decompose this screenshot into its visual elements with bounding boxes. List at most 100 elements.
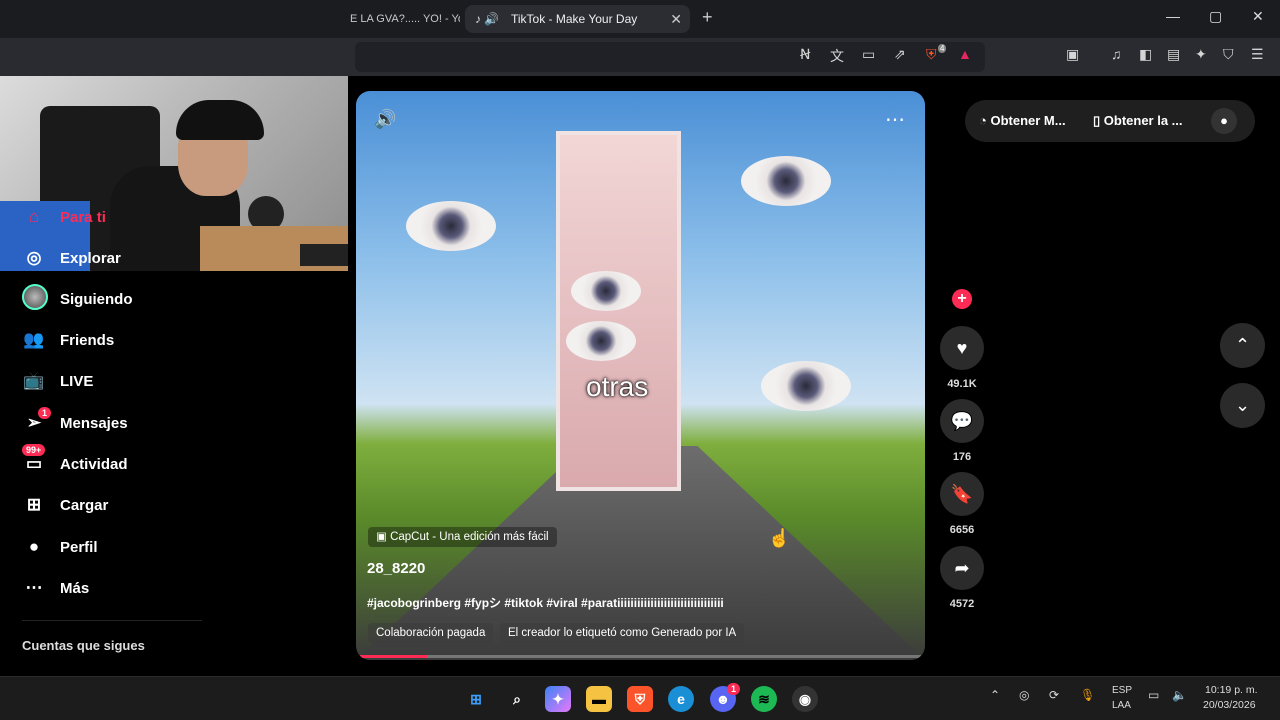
tray-overflow-icon[interactable]: ⌃: [990, 688, 1000, 702]
get-phone-app-button[interactable]: ▯ Obtener la ...: [1093, 113, 1183, 129]
sidebar-item-actividad[interactable]: ▭ Actividad 99+: [22, 444, 128, 478]
capcut-text: CapCut - Una edición más fácil: [390, 531, 549, 543]
tray-sync-icon[interactable]: ⟳: [1049, 688, 1059, 702]
winged-eye: [566, 321, 636, 361]
microphone-icon[interactable]: 🎙: [1080, 688, 1095, 702]
phone-icon: ▯: [1093, 113, 1104, 128]
browser-tab-active[interactable]: ♪ 🔊 TikTok - Make Your Day ✕: [465, 5, 690, 33]
video-progress-bar[interactable]: [360, 655, 921, 658]
brave-icon[interactable]: ⛨: [627, 686, 653, 712]
video-caption[interactable]: #jacobogrinberg #fypシ #tiktok #viral #pa…: [367, 594, 907, 611]
sidebar-item-friends[interactable]: 👥 Friends: [22, 326, 114, 354]
share-count: 4572: [949, 598, 975, 610]
like-count: 49.1K: [947, 378, 977, 390]
close-window-button[interactable]: ✕: [1252, 8, 1264, 25]
file-explorer-icon[interactable]: ▬: [586, 686, 612, 712]
like-button[interactable]: ♥: [940, 326, 984, 370]
vpn-icon[interactable]: ⛉: [1223, 46, 1234, 63]
profile-avatar[interactable]: ●: [1211, 108, 1237, 134]
minimize-button[interactable]: —: [1166, 8, 1180, 24]
menu-icon[interactable]: ☰: [1251, 46, 1264, 63]
edge-icon[interactable]: e: [668, 686, 694, 712]
leo-icon[interactable]: ✦: [1195, 46, 1207, 63]
sidebar-icon[interactable]: ◧: [1139, 46, 1152, 63]
spotify-icon[interactable]: ≋: [751, 686, 777, 712]
network-icon[interactable]: ▭: [1148, 688, 1159, 702]
get-app-button[interactable]: ◔ Obtener M...: [979, 113, 1066, 128]
more-options-icon[interactable]: ⋯: [885, 107, 905, 132]
upload-icon: ⊞: [26, 495, 42, 514]
language-indicator-top[interactable]: ESP: [1112, 685, 1132, 696]
address-field[interactable]: [355, 42, 985, 72]
volume-icon[interactable]: 🔊: [374, 109, 396, 130]
sidebar-item-label: LIVE: [60, 372, 94, 390]
cast-icon[interactable]: ▭: [862, 46, 875, 63]
capcut-icon: ▣: [376, 531, 391, 543]
paid-collab-chip[interactable]: Colaboración pagada: [368, 623, 494, 643]
winged-eye: [761, 361, 851, 411]
media-icon[interactable]: ♫: [1111, 46, 1122, 62]
comment-button[interactable]: 💬: [940, 399, 984, 443]
sidebar-item-siguiendo[interactable]: Siguiendo: [22, 283, 133, 315]
language-indicator-bottom[interactable]: LAA: [1112, 700, 1131, 711]
video-overlay-text: otras: [586, 371, 649, 402]
webcam-overlay: [0, 76, 348, 271]
follow-button[interactable]: +: [952, 289, 972, 309]
sidebar-item-perfil[interactable]: ● Perfil: [22, 533, 98, 561]
sidebar-item-label: Más: [60, 579, 90, 597]
activity-icon: ▭: [25, 454, 43, 473]
clock-date[interactable]: 20/03/2026: [1203, 699, 1256, 711]
sidebar-divider: [22, 620, 202, 621]
save-count: 6656: [949, 524, 975, 536]
obs-icon[interactable]: ◉: [792, 686, 818, 712]
live-icon: 📺: [23, 371, 45, 390]
following-accounts-title: Cuentas que sigues: [22, 638, 145, 653]
new-tab-button[interactable]: +: [702, 7, 713, 28]
reader-icon[interactable]: ▣: [1066, 46, 1079, 63]
sidebar-item-mensajes[interactable]: ➢ Mensajes 1: [22, 407, 128, 437]
sidebar-item-label: Friends: [60, 331, 115, 349]
messages-badge: 1: [38, 407, 52, 419]
compass-icon: ◎: [26, 248, 42, 267]
volume-tray-icon[interactable]: 🔈: [1172, 688, 1187, 702]
video-author[interactable]: 28_8220: [367, 560, 425, 577]
capcut-label[interactable]: ▣ CapCut - Una edición más fácil: [368, 527, 557, 547]
video-player[interactable]: otras 🔊 ⋯ ▣ CapCut - Una edición más fác…: [356, 91, 925, 660]
sidebar-item-cargar[interactable]: ⊞ Cargar: [22, 491, 108, 519]
share-button[interactable]: ➦: [940, 546, 984, 590]
translate-icon[interactable]: 文: [830, 46, 844, 66]
tiktok-favicon-icon: ♪ 🔊: [475, 12, 500, 26]
door: [556, 131, 681, 491]
copilot-icon[interactable]: ✦: [545, 686, 571, 712]
sidebar-item-label: Explorar: [60, 249, 121, 267]
sidebar-item-explorar[interactable]: ◎ Explorar: [22, 244, 121, 272]
search-icon[interactable]: ⌕: [504, 686, 530, 712]
clock-time[interactable]: 10:19 p. m.: [1205, 684, 1258, 696]
friends-icon: 👥: [23, 330, 45, 349]
sidebar-item-label: Perfil: [60, 538, 98, 556]
browser-toolbar: [0, 38, 1280, 76]
save-button[interactable]: 🔖: [940, 472, 984, 516]
no-audio-icon[interactable]: Ꞥ: [800, 46, 810, 63]
profile-icon: ●: [28, 537, 40, 556]
brave-rewards-icon[interactable]: ▲: [958, 46, 972, 62]
close-tab-icon[interactable]: ✕: [670, 5, 682, 33]
sidebar-item-live[interactable]: 📺 LIVE: [22, 367, 93, 395]
previous-video-button[interactable]: ⌃: [1220, 323, 1265, 368]
wallet-icon[interactable]: ▤: [1167, 46, 1180, 63]
sidebar-item-mas[interactable]: ⋯ Más: [22, 574, 90, 602]
following-avatar: [22, 283, 48, 315]
ai-generated-chip[interactable]: El creador lo etiquetó como Generado por…: [500, 623, 745, 643]
comment-count: 176: [952, 451, 972, 463]
browser-tab-previous[interactable]: E LA GVA?..... YO! - Yo: [350, 8, 460, 32]
share-icon[interactable]: ⇗: [894, 46, 906, 63]
sidebar-item-para-ti[interactable]: ⌂ Para ti: [22, 203, 106, 231]
mouse-cursor-icon: ☝: [768, 528, 791, 548]
brave-shield-icon[interactable]: ⛨: [926, 46, 937, 63]
next-video-button[interactable]: ⌄: [1220, 383, 1265, 428]
tray-app-icon[interactable]: ◎: [1019, 688, 1029, 702]
windows-start-icon[interactable]: ⊞: [463, 686, 489, 712]
get-phone-label: Obtener la ...: [1103, 113, 1183, 128]
maximize-button[interactable]: ▢: [1209, 8, 1222, 25]
sidebar-item-label: Para ti: [60, 208, 106, 226]
